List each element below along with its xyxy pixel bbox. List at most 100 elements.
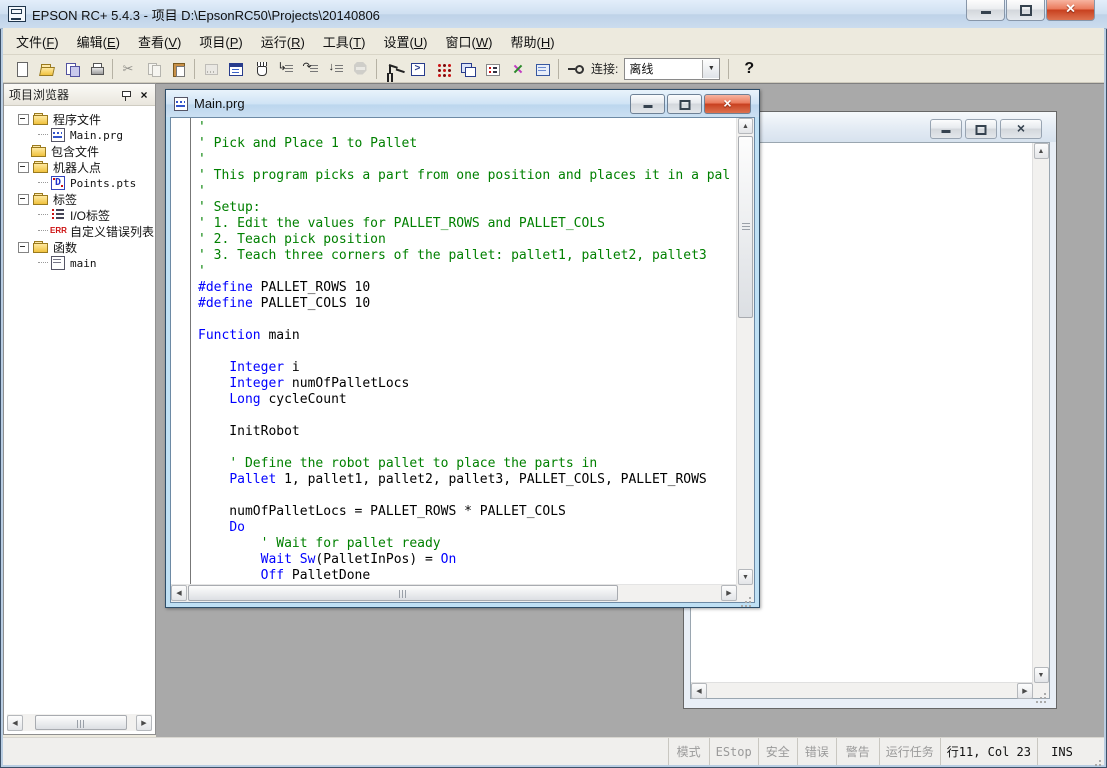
step-into-button[interactable]	[273, 56, 298, 81]
tree-item-function-main[interactable]: main	[4, 255, 155, 271]
menu-item-u[interactable]: 设置(U)	[374, 28, 436, 55]
toolbar-separator	[728, 59, 729, 79]
control-panel-button[interactable]	[530, 56, 555, 81]
editor-vertical-scrollbar[interactable]: ▲ ▼	[736, 118, 754, 585]
simulator-button[interactable]	[505, 56, 530, 81]
open-project-icon	[39, 61, 55, 77]
toolbar-separator	[376, 59, 377, 79]
code-area[interactable]: '' Pick and Place 1 to Pallet'' This pro…	[198, 120, 736, 585]
menu-item-r[interactable]: 运行(R)	[252, 28, 314, 55]
tree-item-functions[interactable]: 函数	[4, 239, 155, 255]
walk-button[interactable]	[323, 56, 348, 81]
tree-item-labels[interactable]: 标签	[4, 191, 155, 207]
pause-button[interactable]	[248, 56, 273, 81]
tree-item-label: Main.prg	[70, 129, 123, 142]
scroll-up-icon[interactable]: ▲	[738, 118, 753, 134]
editor-close-button[interactable]	[704, 94, 751, 114]
resize-grip[interactable]	[1033, 683, 1049, 698]
scroll-left-icon[interactable]: ◀	[171, 585, 187, 601]
status-mode: 模式	[668, 738, 709, 765]
tree-item-user-error-list[interactable]: 自定义错误列表	[4, 223, 155, 239]
background-vertical-scrollbar[interactable]: ▲ ▼	[1032, 143, 1049, 683]
sidebar-horizontal-scrollbar[interactable]: ◀ ▶	[7, 714, 152, 731]
open-project-button[interactable]	[34, 56, 59, 81]
tree-item-robot-points[interactable]: 机器人点	[4, 159, 155, 175]
code-line: Off PalletDone	[198, 568, 736, 584]
scrollbar-thumb[interactable]	[188, 585, 618, 601]
status-warning: 警告	[836, 738, 879, 765]
connection-dropdown[interactable]: 离线 ▼	[624, 58, 720, 80]
code-line: ' Setup:	[198, 200, 736, 216]
app-title: EPSON RC+ 5.4.3 - 项目 D:\EpsonRC50\Projec…	[32, 5, 380, 24]
menu-item-w[interactable]: 窗口(W)	[437, 28, 502, 55]
scroll-right-icon[interactable]: ▶	[721, 585, 737, 601]
tree-item-points-pts[interactable]: Points.pts	[4, 175, 155, 191]
tree-item-program-files[interactable]: 程序文件	[4, 111, 155, 127]
collapse-icon[interactable]	[18, 194, 29, 205]
run-window-button[interactable]	[405, 56, 430, 81]
collapse-icon[interactable]	[18, 242, 29, 253]
editor-window[interactable]: Main.prg '' Pick and Place 1 to Pallet''…	[165, 89, 760, 608]
editor-minimize-button[interactable]	[630, 94, 665, 114]
scrollbar-thumb[interactable]	[738, 136, 753, 318]
collapse-icon[interactable]	[18, 162, 29, 173]
code-line: '	[198, 184, 736, 200]
pause-icon	[253, 61, 269, 77]
code-line	[198, 440, 736, 456]
collapse-icon[interactable]	[18, 114, 29, 125]
scroll-left-icon[interactable]: ◀	[7, 715, 23, 731]
background-minimize-button[interactable]	[930, 119, 962, 139]
code-line: #define PALLET_COLS 10	[198, 296, 736, 312]
app-close-button[interactable]	[1046, 0, 1095, 21]
menu-item-t[interactable]: 工具(T)	[314, 28, 375, 55]
program-window-icon	[228, 61, 244, 77]
menu-item-e[interactable]: 编辑(E)	[68, 28, 129, 55]
print-button[interactable]	[84, 56, 109, 81]
pin-icon[interactable]	[119, 88, 133, 102]
command-window-button[interactable]	[480, 56, 505, 81]
resize-grip[interactable]	[737, 585, 754, 602]
status-bar: 模式EStop安全错误警告运行任务行11, Col 23INS	[3, 737, 1104, 765]
tree-item-label: main	[70, 257, 97, 270]
background-maximize-button[interactable]	[965, 119, 997, 139]
background-horizontal-scrollbar[interactable]: ◀ ▶	[691, 682, 1033, 698]
menu-item-v[interactable]: 查看(V)	[129, 28, 190, 55]
scroll-right-icon[interactable]: ▶	[136, 715, 152, 731]
connect-button[interactable]	[562, 56, 587, 81]
resize-grip[interactable]	[1086, 738, 1104, 765]
menu-item-p[interactable]: 项目(P)	[190, 28, 251, 55]
tree-item-main-prg[interactable]: Main.prg	[4, 127, 155, 143]
program-window-button[interactable]	[223, 56, 248, 81]
background-close-button[interactable]	[1000, 119, 1042, 139]
menu-item-h[interactable]: 帮助(H)	[501, 28, 563, 55]
scroll-down-icon[interactable]: ▼	[1034, 667, 1049, 683]
app-minimize-button[interactable]	[966, 0, 1005, 21]
scroll-down-icon[interactable]: ▼	[738, 569, 753, 585]
step-over-button[interactable]	[298, 56, 323, 81]
tree-item-io-labels[interactable]: I/O标签	[4, 207, 155, 223]
io-monitor-button[interactable]	[430, 56, 455, 81]
code-line: Pallet 1, pallet1, pallet2, pallet3, PAL…	[198, 472, 736, 488]
scroll-right-icon[interactable]: ▶	[1017, 683, 1033, 699]
stop-icon	[353, 61, 369, 77]
app-titlebar[interactable]: EPSON RC+ 5.4.3 - 项目 D:\EpsonRC50\Projec…	[0, 0, 1107, 29]
editor-horizontal-scrollbar[interactable]: ◀ ▶	[171, 584, 737, 602]
paste-button[interactable]	[166, 56, 191, 81]
connect-label: 连接:	[591, 60, 618, 77]
editor-maximize-button[interactable]	[667, 94, 702, 114]
scrollbar-thumb[interactable]	[35, 715, 127, 730]
help-button[interactable]: ?	[744, 60, 754, 78]
tree-item-include-files[interactable]: 包含文件	[4, 143, 155, 159]
chevron-down-icon[interactable]: ▼	[702, 60, 719, 78]
save-all-button[interactable]	[59, 56, 84, 81]
scroll-up-icon[interactable]: ▲	[1034, 143, 1049, 159]
app-maximize-button[interactable]	[1006, 0, 1045, 21]
task-manager-button[interactable]	[455, 56, 480, 81]
code-line	[198, 488, 736, 504]
close-icon[interactable]: ×	[137, 88, 151, 102]
scroll-left-icon[interactable]: ◀	[691, 683, 707, 699]
editor-titlebar[interactable]: Main.prg	[166, 90, 759, 117]
menu-item-f[interactable]: 文件(F)	[7, 28, 68, 55]
new-file-button[interactable]	[9, 56, 34, 81]
robot-manager-button[interactable]	[380, 56, 405, 81]
